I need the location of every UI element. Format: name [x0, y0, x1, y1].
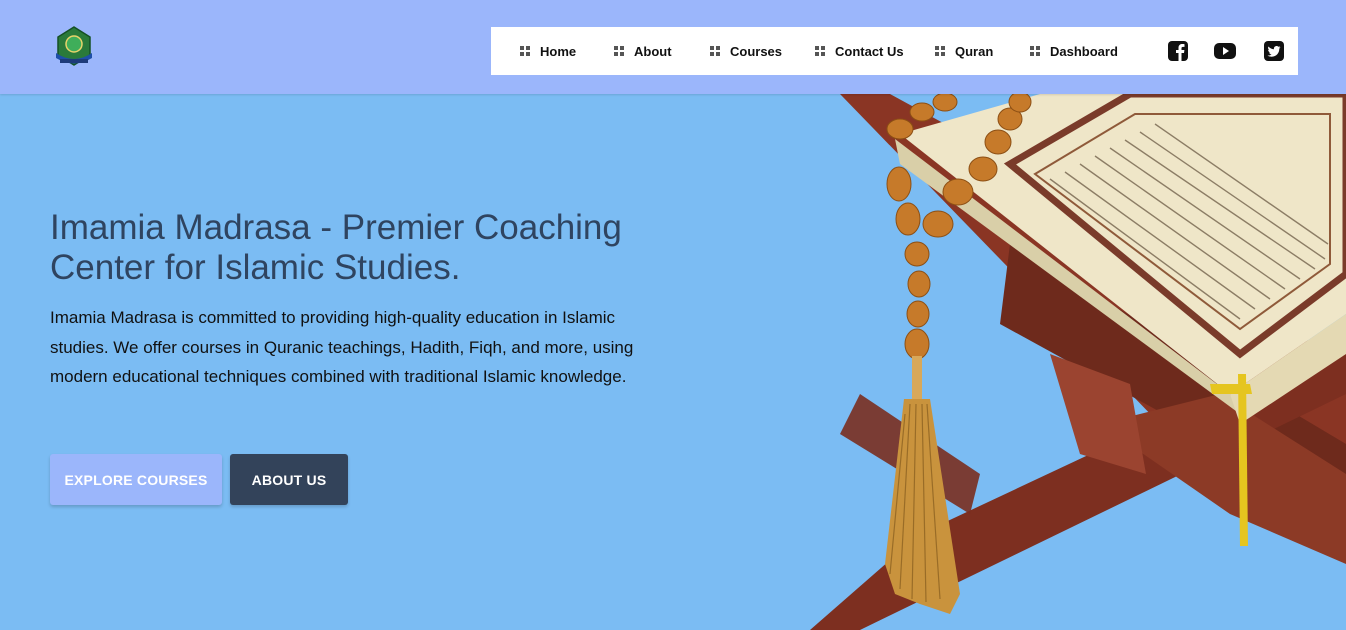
- about-us-button[interactable]: ABOUT US: [230, 454, 348, 505]
- grid-icon: [935, 46, 945, 56]
- hero-title: Imamia Madrasa - Premier Coaching Center…: [50, 208, 622, 287]
- grid-icon: [710, 46, 720, 56]
- nav-courses[interactable]: Courses: [710, 27, 782, 75]
- madrasa-logo-icon[interactable]: [50, 25, 98, 67]
- nav-dashboard-label: Dashboard: [1050, 43, 1118, 59]
- nav-contact-us-label: Contact Us: [835, 43, 904, 59]
- youtube-icon[interactable]: [1214, 40, 1236, 62]
- nav-quran[interactable]: Quran: [935, 27, 993, 75]
- nav-home[interactable]: Home: [520, 27, 576, 75]
- main-navigation: Home About Courses Contact Us Quran Dash…: [491, 27, 1298, 75]
- grid-icon: [614, 46, 624, 56]
- site-header: Home About Courses Contact Us Quran Dash…: [0, 0, 1346, 94]
- nav-about[interactable]: About: [614, 27, 672, 75]
- grid-icon: [1030, 46, 1040, 56]
- explore-courses-button[interactable]: EXPLORE COURSES: [50, 454, 222, 505]
- nav-courses-label: Courses: [730, 43, 783, 59]
- twitter-icon[interactable]: [1263, 40, 1285, 62]
- facebook-icon[interactable]: [1167, 40, 1189, 62]
- quran-on-rehal-with-prayer-beads: [800, 94, 1346, 630]
- nav-dashboard[interactable]: Dashboard: [1030, 27, 1118, 75]
- hero-description: Imamia Madrasa is committed to providing…: [50, 308, 634, 386]
- grid-icon: [815, 46, 825, 56]
- grid-icon: [520, 46, 530, 56]
- nav-contact-us[interactable]: Contact Us: [815, 27, 904, 75]
- nav-about-label: About: [634, 43, 672, 59]
- nav-home-label: Home: [540, 43, 577, 59]
- nav-quran-label: Quran: [955, 43, 994, 59]
